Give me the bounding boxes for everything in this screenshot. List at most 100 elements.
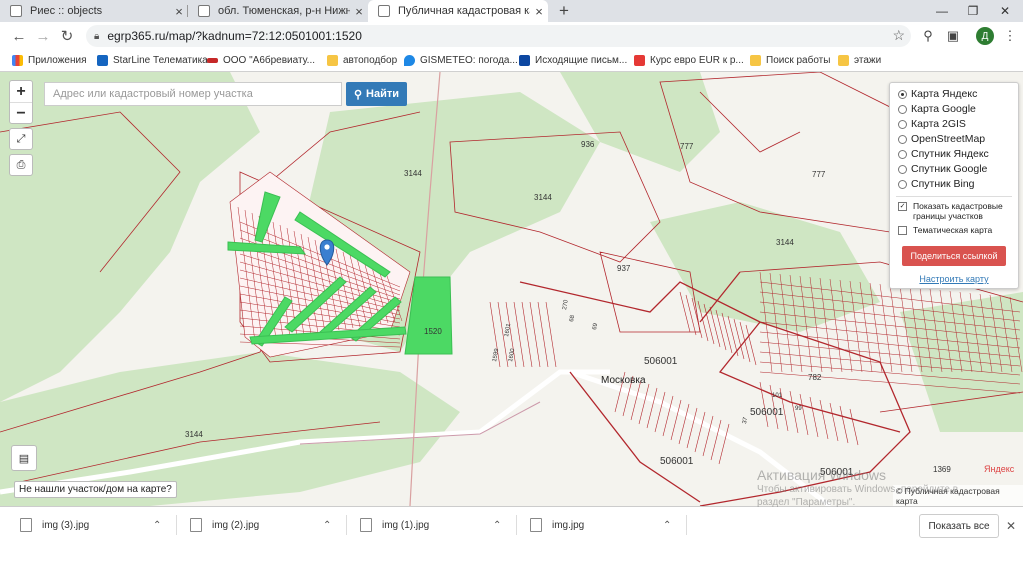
fullscreen-icon[interactable]: ⤢ [9,128,33,150]
download-item[interactable]: img (2).jpg ⌃ [190,514,340,536]
radio-icon [898,89,907,99]
bookmark-job-search[interactable]: Поиск работы [750,52,830,68]
close-tab-icon[interactable]: × [170,4,188,19]
download-item[interactable]: img (1).jpg ⌃ [360,514,510,536]
file-icon [20,518,32,532]
chevron-up-icon[interactable]: ⌃ [323,520,331,531]
bookmark-gismeteo[interactable]: GISMETEO: погода... [404,52,518,68]
search-placeholder: Адрес или кадастровый номер участка [53,88,253,100]
bookmark-star-icon[interactable]: ☆ [892,27,905,44]
layer-google-map[interactable]: Карта Google [898,103,976,115]
cadastral-borders-checkbox[interactable]: ✓ Показать кадастровые границы участков [898,201,1010,221]
bookmark-label: ООО "А6бревиату... [223,54,316,66]
gismeteo-icon [404,54,415,66]
bookmark-etazhi[interactable]: этажи [838,52,881,68]
layer-label: Спутник Яндекс [911,148,989,160]
parcel-label: 777 [812,170,826,179]
extension-icon[interactable]: ▣ [943,26,963,46]
tab-title: обл. Тюменская, р-н Нижнетав... [218,5,350,17]
address-bar[interactable]: 🔒︎ egrp365.ru/map/?kadnum=72:12:0501001:… [86,25,911,47]
cadastral-map[interactable]: 936 777 777 3144 3144 3144 3144 937 1520… [0,72,1023,506]
download-filename: img.jpg [552,519,585,531]
currency-icon [634,54,645,66]
watermark-text: Чтобы активировать Windows, перейдите в [757,484,959,495]
zoom-in-button[interactable]: + [10,81,32,103]
parcel-label: 936 [581,140,595,149]
bookmark-label: автоподбор [343,54,398,66]
radio-icon [898,134,907,144]
location-pin-icon[interactable]: ⚲ [918,26,938,46]
parcel-label: 937 [617,264,631,273]
close-window-icon[interactable]: ✕ [990,0,1020,22]
download-separator [176,515,177,535]
configure-map-link[interactable]: Настроить карту [890,274,1018,284]
minimize-icon[interactable]: — [927,0,957,22]
car-icon [207,57,218,63]
checkbox-icon [898,226,907,235]
bookmark-apps[interactable]: Приложения [12,52,87,68]
parcel-label: 3144 [185,430,203,439]
radio-icon [898,149,907,159]
download-item[interactable]: img.jpg ⌃ [530,514,680,536]
tab-tyumen[interactable]: обл. Тюменская, р-н Нижнетав... × [188,0,368,22]
close-tab-icon[interactable]: × [350,4,368,19]
watermark-text: раздел "Параметры". [757,497,856,508]
tab-riesobjects[interactable]: Риес :: objects × [0,0,188,22]
download-filename: img (2).jpg [212,519,260,531]
bookmark-label: Исходящие письм... [535,54,628,66]
restore-icon[interactable]: ❐ [958,0,988,22]
thematic-map-checkbox[interactable]: Тематическая карта [898,225,992,235]
layer-google-satellite[interactable]: Спутник Google [898,163,987,175]
find-button-label: Найти [366,88,400,100]
folder-icon [750,54,761,66]
file-icon [360,518,372,532]
print-icon[interactable]: ⎙ [9,154,33,176]
file-icon [190,518,202,532]
download-filename: img (1).jpg [382,519,430,531]
close-downloads-icon[interactable]: ✕ [1006,519,1016,533]
layer-yandex-satellite[interactable]: Спутник Яндекс [898,148,989,160]
page-bottom-area [0,542,1023,575]
layers-toggle-icon[interactable]: ▤ [11,445,37,471]
bookmark-euro-rate[interactable]: Курс евро EUR к р... [634,52,744,68]
chevron-up-icon[interactable]: ⌃ [493,520,501,531]
chevron-up-icon[interactable]: ⌃ [663,520,671,531]
search-input[interactable]: Адрес или кадастровый номер участка [44,82,342,106]
forward-icon[interactable]: → [32,25,54,47]
radio-icon [898,164,907,174]
new-tab-icon[interactable]: + [554,0,574,22]
parcel-label: 3144 [534,193,552,202]
find-button[interactable]: ⚲ Найти [346,82,407,106]
layer-2gis-map[interactable]: Карта 2GIS [898,118,966,130]
bookmark-label: Приложения [28,54,87,66]
favicon-icon [10,5,22,17]
checkbox-label: Показать кадастровые границы участков [913,201,1003,221]
favicon-icon [378,5,390,17]
map-canvas[interactable]: 936 777 777 3144 3144 3144 3144 937 1520… [0,72,1023,506]
download-item[interactable]: img (3).jpg ⌃ [20,514,170,536]
parcel-label: 506001 [660,456,694,467]
parcel-label: 101 [772,393,783,399]
layer-yandex-map[interactable]: Карта Яндекс [898,88,977,100]
back-icon[interactable]: ← [8,25,30,47]
zoom-out-button[interactable]: − [10,103,32,124]
bookmark-autopodbor[interactable]: автоподбор [327,52,397,68]
checkbox-label: Тематическая карта [913,225,993,235]
reload-icon[interactable]: ↻ [56,25,78,47]
close-tab-icon[interactable]: × [530,4,548,19]
tab-cadastral-map[interactable]: Публичная кадастровая карта - × [368,0,548,22]
show-all-button[interactable]: Показать все [919,514,999,538]
layer-bing-satellite[interactable]: Спутник Bing [898,178,975,190]
layer-openstreetmap[interactable]: OpenStreetMap [898,133,985,145]
not-found-link[interactable]: Не нашли участок/дом на карте? [14,481,177,498]
avatar[interactable]: Д [976,27,994,45]
bookmark-starline[interactable]: StarLine Телематика [97,52,208,68]
menu-kebab-icon[interactable]: ⋮ [1000,26,1020,46]
share-link-button[interactable]: Поделиться ссылкой [902,246,1006,266]
parcel-label: 3144 [776,238,794,247]
chevron-up-icon[interactable]: ⌃ [153,520,161,531]
bookmark-ooo[interactable]: ООО "А6бревиату... [207,52,315,68]
bookmark-outbox[interactable]: Исходящие письм... [519,52,627,68]
download-separator [516,515,517,535]
downloads-bar: img (3).jpg ⌃ img (2).jpg ⌃ img (1).jpg ⌃ i… [0,506,1023,543]
